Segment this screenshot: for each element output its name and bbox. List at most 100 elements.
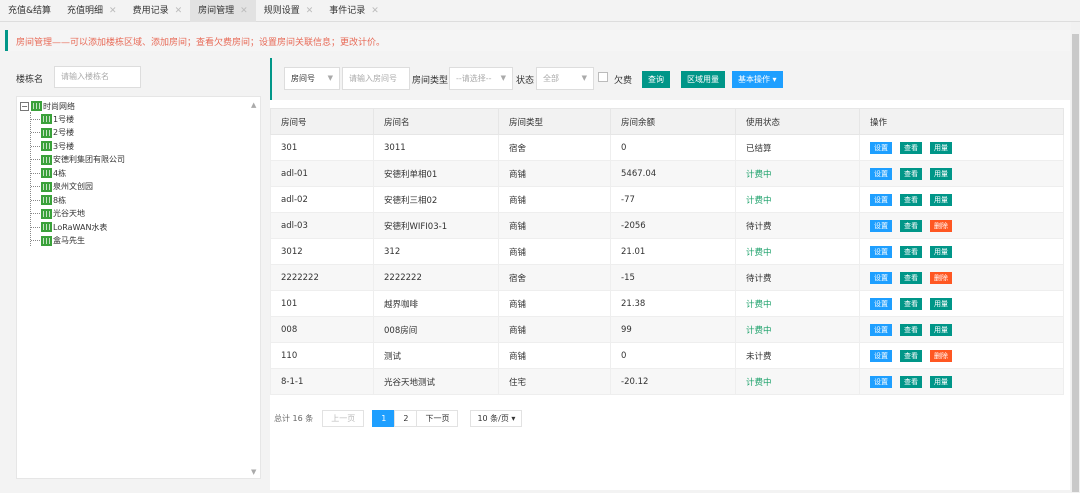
table-row: 301 3011 宿舍 0 已结算 设置 查看 用量: [270, 134, 1064, 161]
building-icon: [41, 127, 52, 138]
scroll-down-icon[interactable]: ▼: [251, 468, 256, 476]
tree-node-label: 3号楼: [53, 141, 75, 151]
close-icon[interactable]: ✕: [175, 0, 183, 22]
delete-button[interactable]: 删除: [930, 349, 952, 362]
delete-button[interactable]: 删除: [930, 219, 952, 232]
page-size-select[interactable]: 10 条/页 ▾: [470, 410, 523, 427]
tree-node-label: 4栋: [53, 168, 67, 178]
cell-room-name: 安德利WIFI03-1: [373, 212, 499, 239]
view-button[interactable]: 查看: [900, 323, 922, 336]
view-button[interactable]: 查看: [900, 193, 922, 206]
room-type-select[interactable]: --请选择-- ▼: [449, 67, 513, 90]
page-2-button[interactable]: 2: [394, 410, 418, 427]
cell-room-no: 301: [270, 134, 374, 161]
usage-button[interactable]: 用量: [930, 297, 952, 310]
view-button[interactable]: 查看: [900, 219, 922, 232]
tab-label: 规则设置: [263, 6, 300, 16]
scrollbar-thumb[interactable]: [1072, 34, 1079, 492]
building-icon: [41, 141, 52, 151]
cell-actions: 设置 查看 删除: [859, 264, 1064, 291]
cell-actions: 设置 查看 删除: [859, 212, 1064, 239]
basic-ops-button[interactable]: 基本操作 ▾: [732, 71, 783, 88]
building-search-input[interactable]: 请输入楼栋名: [54, 66, 141, 88]
cell-status: 计费中: [735, 186, 860, 213]
settings-button[interactable]: 设置: [870, 245, 892, 258]
cell-actions: 设置 查看 用量: [859, 134, 1064, 161]
tree-branch-line: [31, 213, 40, 214]
room-number-input[interactable]: 请输入房间号: [342, 67, 410, 90]
usage-button[interactable]: 用量: [930, 245, 952, 258]
cell-room-type: 商铺: [498, 186, 611, 213]
col-room-type: 房间类型: [498, 108, 611, 135]
field-select[interactable]: 房间号 ▼: [284, 67, 340, 90]
prev-page-button[interactable]: 上一页: [322, 410, 365, 427]
tree-branch-line: [31, 159, 40, 160]
building-icon: [41, 208, 52, 219]
tab-0[interactable]: 充值&结算: [0, 0, 59, 22]
area-usage-button[interactable]: 区域用量: [681, 71, 725, 88]
cell-room-no: 2222222: [270, 264, 374, 291]
usage-button[interactable]: 用量: [930, 323, 952, 336]
scroll-up-icon[interactable]: ▲: [251, 101, 256, 109]
tree-node[interactable]: 3号楼: [31, 140, 74, 152]
query-button[interactable]: 查询: [642, 71, 670, 88]
cell-actions: 设置 查看 删除: [859, 342, 1064, 369]
tree-node[interactable]: 安德利集团有限公司: [31, 154, 125, 166]
usage-button[interactable]: 用量: [930, 375, 952, 388]
usage-button[interactable]: 用量: [930, 141, 952, 154]
usage-button[interactable]: 用量: [930, 167, 952, 180]
chevron-down-icon: ▼: [581, 74, 587, 82]
next-page-button[interactable]: 下一页: [416, 410, 459, 427]
collapse-icon[interactable]: −: [20, 101, 29, 111]
view-button[interactable]: 查看: [900, 297, 922, 310]
settings-button[interactable]: 设置: [870, 193, 892, 206]
tree-root[interactable]: − 时尚网络: [20, 100, 75, 112]
view-button[interactable]: 查看: [900, 271, 922, 284]
status-select[interactable]: 全部 ▼: [536, 67, 594, 90]
close-icon[interactable]: ✕: [371, 0, 379, 22]
view-button[interactable]: 查看: [900, 349, 922, 362]
cell-status: 计费中: [735, 290, 860, 317]
settings-button[interactable]: 设置: [870, 323, 892, 336]
arrears-checkbox[interactable]: [598, 72, 608, 82]
view-button[interactable]: 查看: [900, 245, 922, 258]
tab-3[interactable]: 房间管理 ✕: [190, 0, 256, 22]
settings-button[interactable]: 设置: [870, 141, 892, 154]
tree-node[interactable]: 4栋: [31, 167, 66, 179]
tree-branch-line: [31, 132, 40, 133]
cell-status: 计费中: [735, 160, 860, 187]
delete-button[interactable]: 删除: [930, 271, 952, 284]
settings-button[interactable]: 设置: [870, 349, 892, 362]
close-icon[interactable]: ✕: [109, 0, 117, 22]
tree-node[interactable]: 泉州文创园: [31, 181, 93, 193]
settings-button[interactable]: 设置: [870, 375, 892, 388]
page-scrollbar[interactable]: [1071, 22, 1080, 493]
view-button[interactable]: 查看: [900, 141, 922, 154]
col-status: 使用状态: [735, 108, 860, 135]
tab-2[interactable]: 费用记录 ✕: [125, 0, 191, 22]
tree-node[interactable]: 2号楼: [31, 127, 74, 139]
view-button[interactable]: 查看: [900, 375, 922, 388]
tree-scrollbar[interactable]: ▲ ▼: [250, 101, 258, 476]
tree-node[interactable]: 1号楼: [31, 113, 74, 125]
cell-balance: 0: [610, 134, 736, 161]
tab-5[interactable]: 事件记录 ✕: [321, 0, 387, 22]
tab-1[interactable]: 充值明细 ✕: [59, 0, 125, 22]
settings-button[interactable]: 设置: [870, 271, 892, 284]
cell-status: 计费中: [735, 316, 860, 343]
room-table: 房间号 房间名 房间类型 房间余额 使用状态 操作 301 3011 宿舍 0 已结算设…: [270, 108, 1064, 395]
settings-button[interactable]: 设置: [870, 297, 892, 310]
page-1-button[interactable]: 1: [372, 410, 396, 427]
close-icon[interactable]: ✕: [306, 0, 314, 22]
tree-node[interactable]: 光谷天地: [31, 208, 85, 220]
tree-node[interactable]: 8栋: [31, 194, 66, 206]
usage-button[interactable]: 用量: [930, 193, 952, 206]
building-icon: [41, 195, 52, 205]
close-icon[interactable]: ✕: [240, 0, 248, 22]
tree-node[interactable]: 盒马先生: [31, 235, 85, 247]
view-button[interactable]: 查看: [900, 167, 922, 180]
tree-node[interactable]: LoRaWAN水表: [31, 221, 107, 233]
tab-4[interactable]: 规则设置 ✕: [256, 0, 322, 22]
settings-button[interactable]: 设置: [870, 219, 892, 232]
settings-button[interactable]: 设置: [870, 167, 892, 180]
